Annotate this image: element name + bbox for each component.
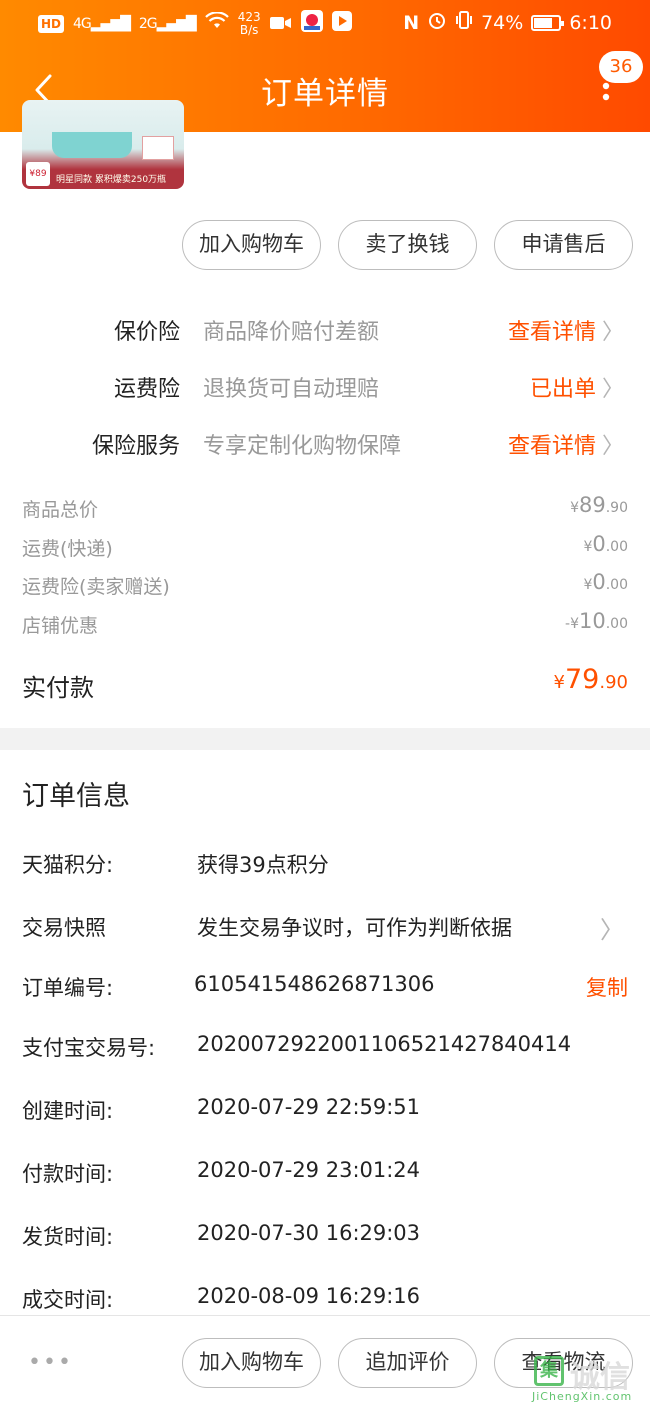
insurance-link[interactable]: 已出单〉 [530, 371, 624, 403]
info-row-completed-time: 成交时间: 2020-08-09 16:29:16 [0, 1278, 650, 1318]
watermark-en-text: JiChengXin.com [532, 1390, 633, 1403]
fee-value: -¥10.00 [565, 609, 628, 633]
insurance-name: 运费险 [113, 377, 180, 402]
product-thumbnail[interactable]: ¥89 明星同款 累积爆卖250万瓶 [22, 100, 184, 189]
info-value: 2020-07-29 23:01:24 [197, 1158, 421, 1182]
insurance-desc: 退换货可自动理赔 [203, 377, 380, 402]
fee-label: 店铺优惠 [22, 615, 99, 637]
fee-value: ¥89.90 [570, 493, 628, 517]
add-review-button[interactable]: 追加评价 [338, 1338, 477, 1388]
chevron-right-icon: 〉 [600, 916, 624, 944]
insurance-row-shipping[interactable]: 运费险 退换货可自动理赔 已出单〉 [0, 365, 650, 405]
nfc-icon: N [403, 11, 420, 34]
info-row-created-time: 创建时间: 2020-07-29 22:59:51 [0, 1089, 650, 1129]
chevron-right-icon: 〉 [601, 377, 624, 402]
insurance-desc: 商品降价赔付差额 [203, 320, 380, 345]
fee-label: 运费险(卖家赠送) [22, 576, 170, 598]
sell-button[interactable]: 卖了换钱 [338, 220, 477, 270]
alarm-icon [427, 10, 447, 35]
status-right: N 74% 6:10 [403, 10, 612, 35]
info-row-points: 天猫积分: 获得39点积分 [0, 843, 650, 883]
info-row-snapshot[interactable]: 交易快照 发生交易争议时，可作为判断依据 〉 [0, 906, 650, 946]
fee-row-shipping: 运费(快递) ¥0.00 [22, 532, 628, 564]
watermark-logo: 集 [534, 1356, 564, 1386]
network-speed: 423 B/s [237, 9, 261, 37]
info-row-alipay-number: 支付宝交易号: 2020072922001106521427840414 [0, 1026, 650, 1066]
info-value: 2020-08-09 16:29:16 [197, 1284, 421, 1308]
copy-order-number-button[interactable]: 复制 [586, 972, 628, 1002]
fee-value: ¥0.00 [583, 532, 628, 556]
product-box-graphic [142, 136, 174, 160]
order-info-title: 订单信息 [22, 781, 130, 812]
info-row-order-number: 订单编号: 610541548626871306 复制 [0, 966, 650, 1006]
insurance-name: 保价险 [113, 320, 180, 345]
signal-2-icon: 2G▂▄▆█ [138, 15, 197, 32]
product-caption: 明星同款 累积爆卖250万瓶 [56, 175, 167, 185]
info-label: 支付宝交易号: [22, 1036, 156, 1060]
hd-indicator: HD [38, 14, 65, 33]
site-watermark: 集 诚信 JiChengXin.com [530, 1352, 648, 1404]
section-divider [0, 728, 650, 750]
signal-1-icon: 4G▂▄▆█ [73, 15, 131, 32]
info-value: 2020072922001106521427840414 [197, 1032, 572, 1056]
info-value: 发生交易争议时，可作为判断依据 [197, 916, 512, 940]
app-notification-icon [300, 10, 323, 37]
insurance-desc: 专享定制化购物保障 [203, 434, 402, 459]
info-value: 获得39点积分 [197, 853, 329, 877]
fee-row-shipping-insurance: 运费险(卖家赠送) ¥0.00 [22, 570, 628, 602]
insurance-name: 保险服务 [91, 434, 180, 459]
fee-label: 运费(快递) [22, 538, 113, 560]
video-icon [269, 13, 292, 35]
info-label: 创建时间: [22, 1099, 114, 1123]
info-label: 天猫积分: [22, 853, 114, 877]
vibrate-icon [455, 10, 473, 35]
info-row-paid-time: 付款时间: 2020-07-29 23:01:24 [0, 1152, 650, 1192]
info-label: 发货时间: [22, 1225, 114, 1249]
chevron-right-icon: 〉 [601, 320, 624, 345]
info-label: 交易快照 [22, 916, 106, 940]
product-jar-graphic [52, 132, 132, 158]
paid-amount: ¥79.90 [553, 664, 628, 695]
info-label: 付款时间: [22, 1162, 114, 1186]
fee-label: 商品总价 [22, 499, 99, 521]
add-to-cart-button[interactable]: 加入购物车 [182, 220, 321, 270]
clock: 6:10 [569, 11, 612, 34]
info-row-shipped-time: 发货时间: 2020-07-30 16:29:03 [0, 1215, 650, 1255]
info-value: 2020-07-30 16:29:03 [197, 1221, 421, 1245]
insurance-link[interactable]: 查看详情〉 [508, 314, 624, 346]
wifi-icon [204, 11, 229, 35]
play-icon [331, 11, 352, 36]
battery-percent: 74% [481, 11, 524, 34]
paid-label: 实付款 [22, 674, 94, 702]
fee-row-goods-total: 商品总价 ¥89.90 [22, 493, 628, 525]
message-count-badge: 36 [599, 51, 643, 83]
info-label: 成交时间: [22, 1288, 114, 1312]
more-dots-button[interactable]: ••• [28, 1350, 73, 1375]
fee-value: ¥0.00 [583, 570, 628, 594]
status-left: HD 4G▂▄▆█ 2G▂▄▆█ 423 B/s [38, 10, 352, 37]
fee-row-shop-discount: 店铺优惠 -¥10.00 [22, 609, 628, 641]
after-sale-button[interactable]: 申请售后 [494, 220, 633, 270]
status-bar: HD 4G▂▄▆█ 2G▂▄▆█ 423 B/s N 74% 6:10 [0, 0, 650, 46]
bottom-add-to-cart-button[interactable]: 加入购物车 [182, 1338, 321, 1388]
insurance-row-price-protect[interactable]: 保价险 商品降价赔付差额 查看详情〉 [0, 308, 650, 348]
insurance-row-service[interactable]: 保险服务 专享定制化购物保障 查看详情〉 [0, 422, 650, 462]
info-label: 订单编号: [22, 976, 114, 1000]
insurance-link[interactable]: 查看详情〉 [508, 428, 624, 460]
info-value: 610541548626871306 [194, 972, 435, 996]
chevron-right-icon: 〉 [601, 434, 624, 459]
info-value: 2020-07-29 22:59:51 [197, 1095, 421, 1119]
product-price-tag: ¥89 [26, 162, 50, 186]
battery-icon [531, 14, 565, 31]
